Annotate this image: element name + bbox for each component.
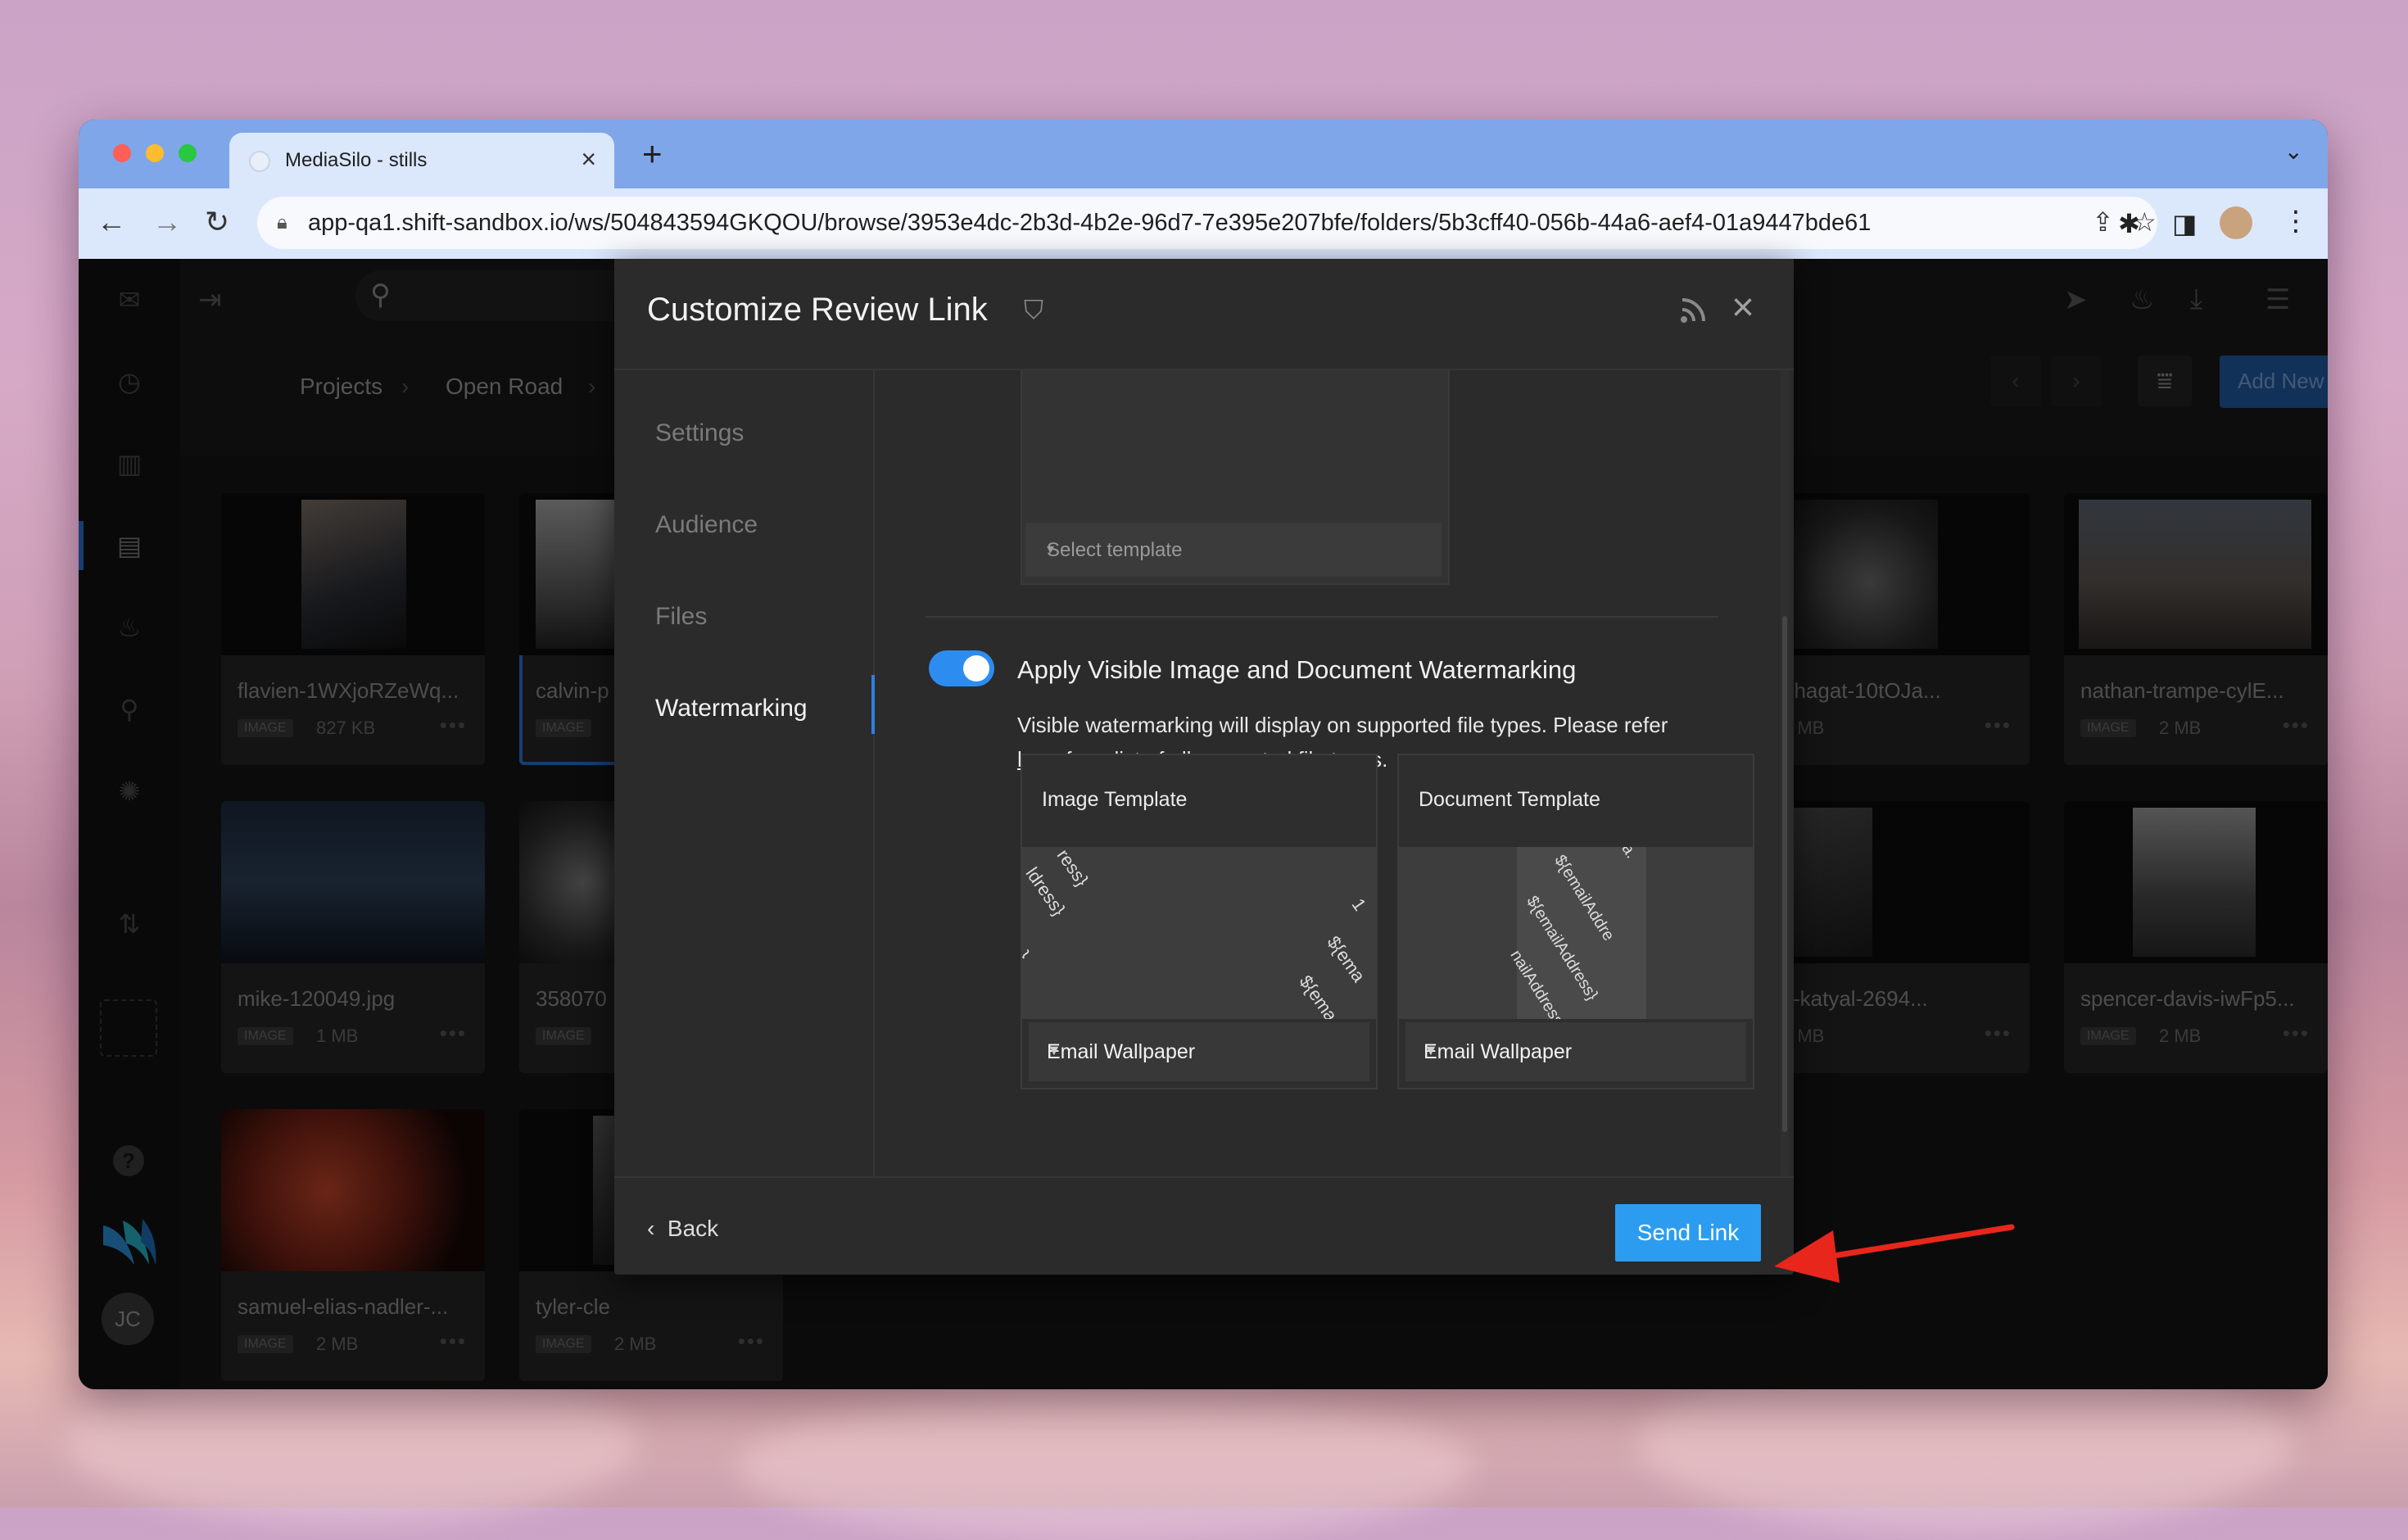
- annotation-arrow-icon: [1774, 1224, 2015, 1283]
- share-icon[interactable]: ⇪: [2092, 206, 2114, 238]
- modal-footer: ‹ Back Send Link: [614, 1176, 1794, 1276]
- browser-menu-icon[interactable]: ⋮: [2282, 205, 2310, 238]
- send-link-button[interactable]: Send Link: [1615, 1204, 1761, 1261]
- new-tab-icon[interactable]: +: [642, 134, 663, 174]
- close-tab-icon[interactable]: ×: [581, 144, 596, 174]
- section-divider: [926, 616, 1718, 618]
- watermark-title: Apply Visible Image and Document Waterma…: [1017, 655, 1577, 684]
- tab-bar: MediaSilo - stills × + ⌄: [79, 120, 2328, 188]
- shield-icon: ⛉: [1024, 295, 1044, 324]
- document-template-header: Document Template: [1419, 788, 1600, 811]
- nav-settings[interactable]: Settings: [655, 419, 744, 447]
- close-modal-icon[interactable]: ×: [1731, 285, 1754, 330]
- url-field[interactable]: 🔒︎ app-qa1.shift-sandbox.io/ws/504843594…: [257, 197, 2157, 249]
- image-template-header: Image Template: [1042, 788, 1188, 811]
- forward-arrow-icon[interactable]: →: [152, 205, 182, 239]
- back-label: Back: [667, 1216, 719, 1241]
- back-button[interactable]: ‹ Back: [647, 1216, 718, 1242]
- minimize-window-button[interactable]: [146, 144, 164, 162]
- watermark-text: ${ema: [1323, 932, 1369, 986]
- profile-avatar[interactable]: [2220, 206, 2252, 239]
- maximize-window-button[interactable]: [179, 144, 197, 162]
- toggle-knob: [963, 655, 989, 682]
- previous-template-card: Select template ▾: [1021, 370, 1450, 585]
- address-bar: ← → ↻ 🔒︎ app-qa1.shift-sandbox.io/ws/504…: [79, 188, 2328, 259]
- close-window-button[interactable]: [113, 144, 131, 162]
- side-panel-icon[interactable]: ◨: [2172, 208, 2197, 239]
- watermark-text: ${ema: [1295, 972, 1342, 1019]
- reload-icon[interactable]: ↻: [205, 205, 229, 239]
- nav-files[interactable]: Files: [655, 603, 707, 631]
- image-template-dropdown[interactable]: Email Wallpaper ▼: [1029, 1022, 1369, 1081]
- tab-search-chevron-icon[interactable]: ⌄: [2284, 138, 2303, 165]
- lock-icon: 🔒︎: [277, 211, 287, 233]
- document-watermark-preview: ${emailAddre ${emailAddress} nailAddress…: [1399, 847, 1753, 1019]
- browser-tab[interactable]: MediaSilo - stills ×: [229, 133, 614, 188]
- document-template-dropdown[interactable]: Email Wallpaper ▼: [1405, 1022, 1746, 1081]
- dropdown-caret-icon: ▾: [1047, 541, 1055, 557]
- rss-feed-icon[interactable]: [1679, 295, 1709, 324]
- tab-title: MediaSilo - stills: [285, 149, 428, 171]
- dropdown-caret-icon: ▼: [1047, 1042, 1061, 1058]
- select-template-dropdown[interactable]: Select template ▾: [1025, 523, 1442, 577]
- browser-window: MediaSilo - stills × + ⌄ ← → ↻ 🔒︎ app-qa…: [79, 120, 2328, 1389]
- back-arrow-icon[interactable]: ←: [97, 205, 126, 239]
- extensions-puzzle-icon[interactable]: ✱: [2118, 208, 2140, 239]
- modal-nav: Settings Audience Files Watermarking: [614, 370, 875, 1176]
- modal-title: Customize Review Link: [647, 292, 988, 328]
- document-template-card: Document Template ${emailAddre ${emailAd…: [1397, 754, 1754, 1089]
- watermark-toggle[interactable]: [929, 650, 994, 686]
- dropdown-caret-icon: ▼: [1424, 1042, 1438, 1058]
- favicon-icon: [249, 151, 270, 172]
- watermark-desc-line: Visible watermarking will display on sup…: [1017, 713, 1668, 737]
- watermark-text: 1: [1347, 895, 1371, 915]
- customize-review-link-modal: Customize Review Link ⛉ × Settings Audie…: [614, 259, 1794, 1275]
- chevron-left-icon: ‹: [647, 1216, 655, 1241]
- modal-scrollbar-thumb[interactable]: [1782, 616, 1787, 1132]
- nav-audience[interactable]: Audience: [655, 511, 758, 539]
- image-watermark-preview: ress} ldress} } ${ema ${ema 1: [1022, 847, 1376, 1019]
- image-template-card: Image Template ress} ldress} } ${ema ${e…: [1021, 754, 1378, 1089]
- watermark-text: }: [1022, 947, 1034, 964]
- nav-watermarking[interactable]: Watermarking: [655, 695, 808, 722]
- url-text: app-qa1.shift-sandbox.io/ws/504843594GKQ…: [308, 210, 1872, 236]
- watermarking-panel: Select template ▾ Apply Visible Image an…: [873, 370, 1794, 1176]
- watermark-text: ress}: [1052, 847, 1093, 890]
